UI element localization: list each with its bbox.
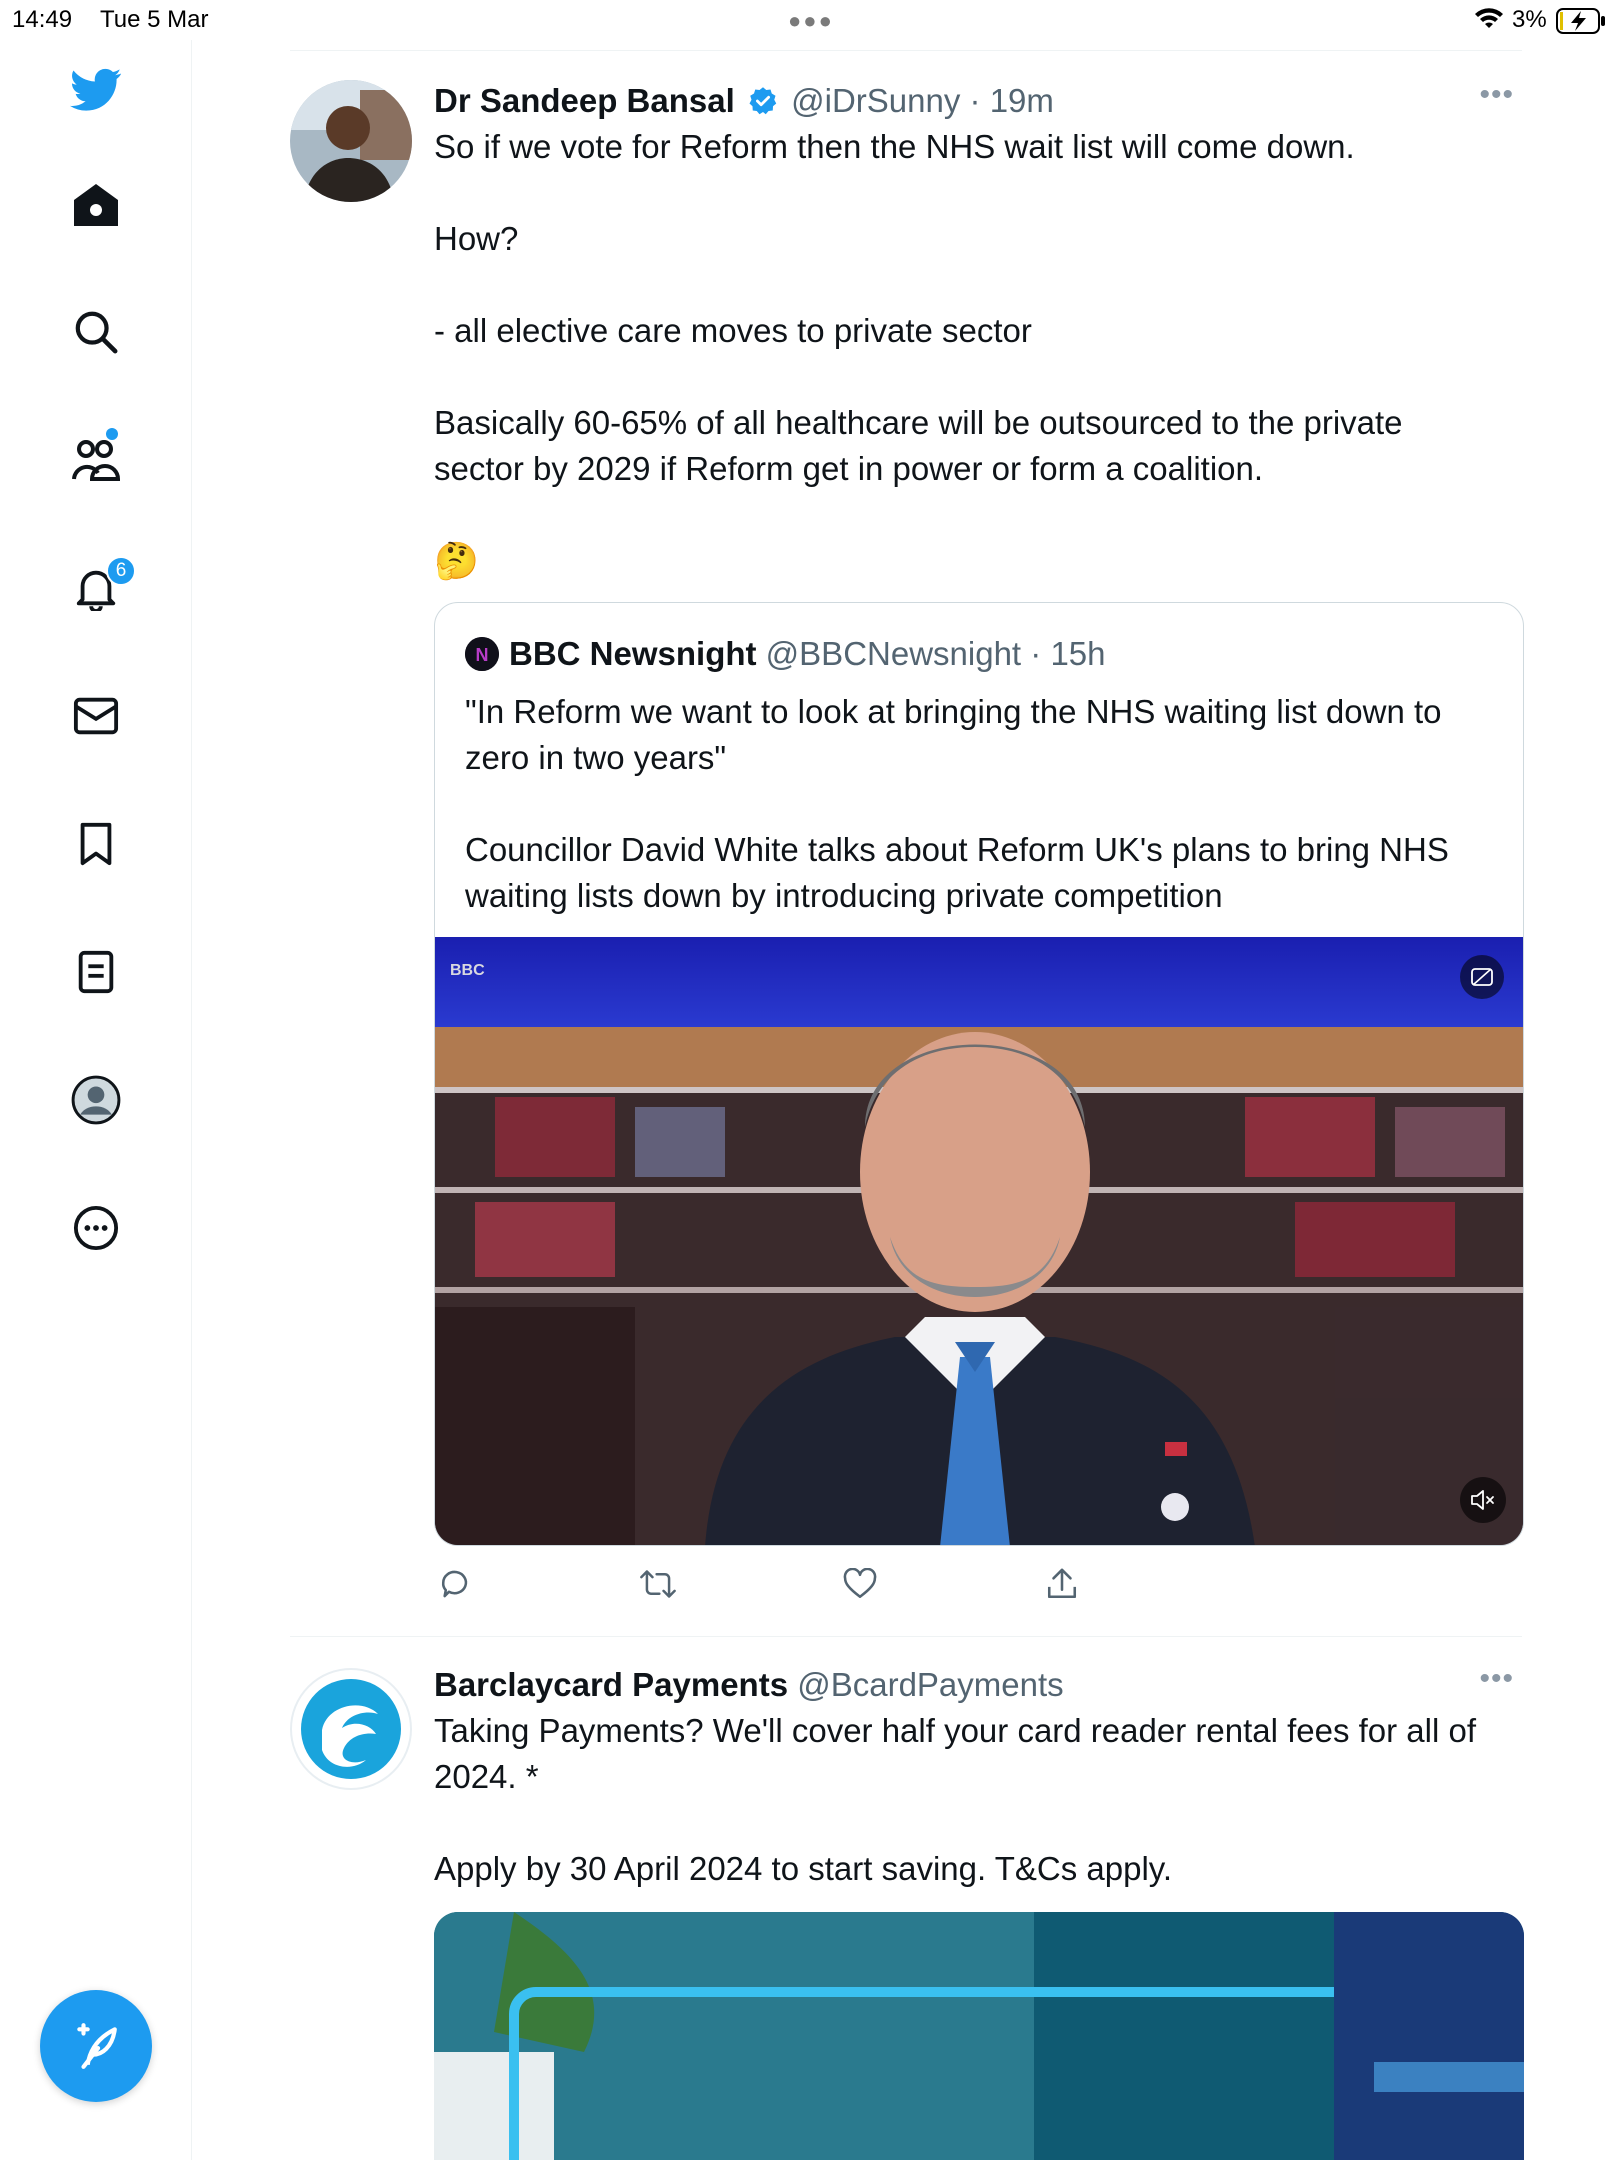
svg-text:N: N xyxy=(476,645,489,665)
status-date: Tue 5 Mar xyxy=(100,6,209,33)
communities-dot-indicator xyxy=(106,428,118,440)
retweet-icon[interactable] xyxy=(636,1562,680,1606)
quoted-author-handle[interactable]: @BBCNewsnight xyxy=(766,635,1021,672)
tweet-card[interactable]: Barclaycard Payments @BcardPayments ••• … xyxy=(290,1662,1524,2160)
status-bar: 14:49 Tue 5 Mar ●●● 3% xyxy=(0,0,1620,40)
verified-badge-icon xyxy=(748,82,778,128)
bbc-newsnight-logo-icon: N xyxy=(465,637,499,671)
multitasking-dots-icon[interactable]: ●●● xyxy=(788,8,834,34)
tweet-divider xyxy=(290,1636,1522,1637)
profile-icon[interactable] xyxy=(66,1070,126,1130)
tweet-author-name[interactable]: Barclaycard Payments xyxy=(434,1666,788,1703)
like-heart-icon[interactable] xyxy=(838,1562,882,1606)
status-time: 14:49 xyxy=(12,6,73,33)
quoted-tweet-text: "In Reform we want to look at bringing t… xyxy=(465,693,1449,914)
bbc-watermark: BBC xyxy=(450,962,485,979)
tweet-actions xyxy=(434,1562,1134,1612)
lists-icon[interactable] xyxy=(66,942,126,1002)
mail-icon[interactable] xyxy=(66,686,126,746)
muted-volume-icon[interactable] xyxy=(1460,1477,1506,1523)
thinking-emoji: 🤔 xyxy=(434,540,479,581)
quoted-author-name[interactable]: BBC Newsnight xyxy=(509,635,757,672)
ad-media-image[interactable] xyxy=(434,1912,1524,2160)
share-icon[interactable] xyxy=(1040,1562,1084,1606)
search-icon[interactable] xyxy=(66,302,126,362)
avatar[interactable] xyxy=(290,1668,412,1790)
feed-top-divider xyxy=(290,50,1522,51)
captions-icon[interactable] xyxy=(1460,955,1504,999)
tweet-author-name[interactable]: Dr Sandeep Bansal xyxy=(434,82,735,119)
communities-icon[interactable] xyxy=(66,430,126,490)
reply-icon[interactable] xyxy=(434,1562,478,1606)
home-icon[interactable] xyxy=(66,175,126,235)
bookmark-icon[interactable] xyxy=(66,814,126,874)
compose-tweet-button[interactable] xyxy=(40,1990,152,2102)
avatar[interactable] xyxy=(290,80,412,202)
quoted-tweet[interactable]: N BBC Newsnight @BBCNewsnight · 15h "In … xyxy=(434,602,1524,1546)
compose-feather-icon xyxy=(77,2023,117,2069)
battery-percent: 3% xyxy=(1512,6,1547,33)
twitter-logo-icon[interactable] xyxy=(66,60,126,120)
quoted-timestamp[interactable]: · 15h xyxy=(1030,635,1105,672)
more-circle-icon[interactable] xyxy=(66,1198,126,1258)
tweet-timestamp[interactable]: · 19m xyxy=(970,82,1054,119)
more-options-icon[interactable]: ••• xyxy=(1479,1662,1514,1696)
tweet-text: So if we vote for Reform then the NHS wa… xyxy=(434,128,1403,487)
video-player[interactable]: BBC xyxy=(435,937,1523,1545)
notifications-badge: 6 xyxy=(106,556,136,586)
more-options-icon[interactable]: ••• xyxy=(1479,78,1514,112)
wifi-icon xyxy=(1474,8,1504,37)
video-frame: BBC xyxy=(435,937,1523,1545)
battery-charging-icon xyxy=(1556,8,1606,39)
tweet-text: Taking Payments? We'll cover half your c… xyxy=(434,1712,1477,1887)
tweet-card[interactable]: Dr Sandeep Bansal @iDrSunny · 19m ••• So… xyxy=(290,78,1524,1599)
tweet-author-handle[interactable]: @BcardPayments xyxy=(797,1666,1063,1703)
tweet-author-handle[interactable]: @iDrSunny xyxy=(791,82,960,119)
